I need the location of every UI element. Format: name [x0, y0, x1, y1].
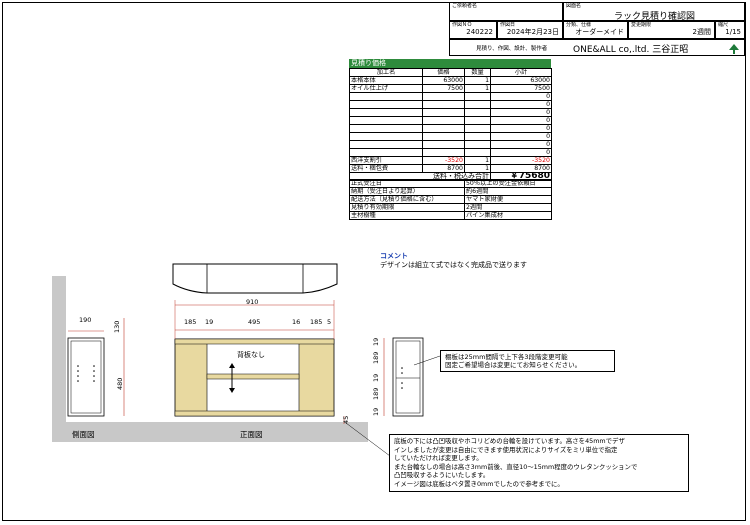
shelf-note-line-1: 棚板は25mm間隔で上下各3段階変更可能 [445, 353, 568, 361]
dim-leg-height: 45 [342, 415, 350, 424]
base-note: 底板の下には凸凹吸収やホコリどめの台輪を設けています。高さを45mmでデザ イン… [389, 434, 689, 492]
base-note-line-6: イメージ図は底板はベタ置き0mmでしたので参考までに。 [394, 479, 564, 488]
dim-top-3: 495 [248, 318, 261, 326]
dim-top-4: 16 [292, 318, 301, 326]
base-note-line-3: していただければ変更します。 [394, 454, 483, 462]
dim-top-2: 19 [205, 318, 214, 326]
shelf-note: 棚板は25mm間隔で上下各3段階変更可能 固定ご希望場合は変更にてお知らせくださ… [440, 350, 615, 372]
shelf-note-line-2: 固定ご希望場合は変更にてお知らせください。 [445, 361, 582, 369]
base-note-line-2: インしましたが変更は自由にできます使用状況によりサイズをミリ単位で指定 [394, 445, 618, 454]
dim-right-2: 189 [372, 351, 380, 364]
dim-side-depth: 190 [79, 316, 92, 324]
dim-height: 480 [116, 377, 124, 390]
dim-side-height-top: 130 [113, 320, 121, 333]
front-view-label: 正面図 [240, 430, 263, 439]
dim-right-5: 19 [372, 407, 380, 416]
base-note-line-4: また台輪なしの場合は高さ3mm前後、直径10～15mm程度のウレタンクッションで [394, 462, 638, 471]
dim-top-6: 5 [327, 318, 332, 326]
dim-right-1: 19 [372, 337, 380, 346]
dim-right-3: 19 [372, 373, 380, 382]
dim-top-1: 185 [184, 318, 197, 326]
base-note-line-5: 凸凹吸収するようにいたします。 [394, 471, 490, 479]
no-back-label: 背板なし [237, 351, 265, 359]
base-note-line-1: 底板の下には凸凹吸収やホコリどめの台輪を設けています。高さを45mmでデザ [394, 437, 625, 445]
dim-top-5: 185 [310, 318, 323, 326]
side-view-label: 側面図 [72, 430, 95, 439]
dim-top-width: 910 [246, 298, 259, 306]
dim-right-4: 189 [372, 387, 380, 400]
